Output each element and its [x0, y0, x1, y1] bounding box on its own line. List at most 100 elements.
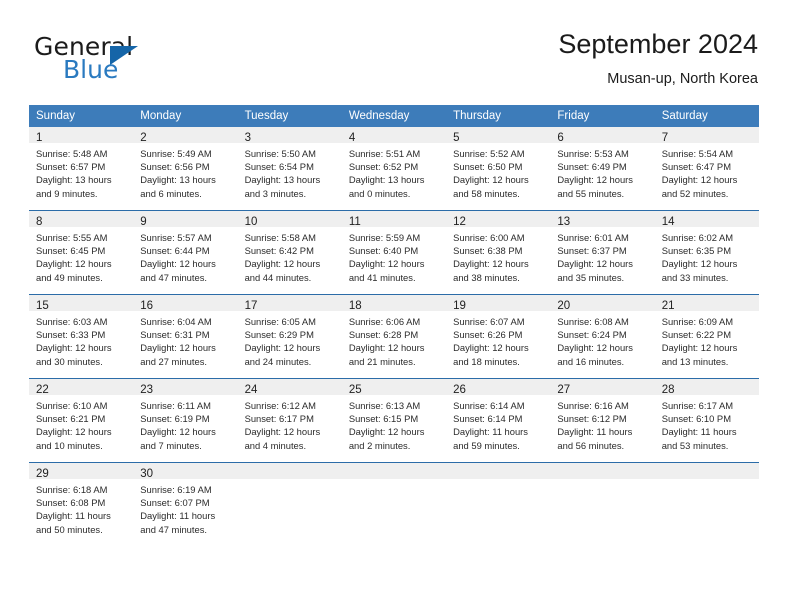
sunrise-text: Sunrise: 5:50 AM: [244, 148, 316, 159]
calendar-cell-inner: [446, 463, 551, 546]
calendar-cell-day[interactable]: 9 Sunrise: 5:57 AM Sunset: 6:44 PM Daylight…: [133, 210, 238, 295]
day-number: 20: [557, 300, 571, 312]
calendar-cell-inner: 12 Sunrise: 6:00 AM Sunset: 6:38 PM Dayligh…: [446, 211, 551, 294]
calendar-cell-day[interactable]: 27 Sunrise: 6:16 AM Sunset: 6:12 PM Dayligh…: [550, 378, 655, 463]
calendar-cell-day[interactable]: 13 Sunrise: 6:01 AM Sunset: 6:37 PM Dayligh…: [550, 210, 655, 295]
sunrise-text: Sunrise: 6:00 AM: [453, 232, 525, 243]
calendar-cell-day[interactable]: 30 Sunrise: 6:19 AM Sunset: 6:07 PM Dayligh…: [133, 462, 238, 546]
calendar-cell-day[interactable]: 3 Sunrise: 5:50 AM Sunset: 6:54 PM Daylight…: [237, 127, 342, 211]
day-number-band: 28: [654, 379, 759, 396]
calendar-cell-day[interactable]: 5 Sunrise: 5:52 AM Sunset: 6:50 PM Daylight…: [446, 127, 551, 211]
day-details: Sunrise: 6:07 AM Sunset: 6:26 PM Daylight:…: [446, 311, 550, 368]
calendar-cell-day[interactable]: 2 Sunrise: 5:49 AM Sunset: 6:56 PM Daylight…: [133, 127, 238, 211]
calendar-cell-day[interactable]: 23 Sunrise: 6:11 AM Sunset: 6:19 PM Dayligh…: [133, 378, 238, 463]
daylight-text-line2: and 18 minutes.: [453, 355, 520, 367]
sunrise-text: Sunrise: 5:55 AM: [36, 232, 108, 243]
sunset-text: Sunset: 6:21 PM: [36, 413, 106, 425]
calendar-cell-day[interactable]: 18 Sunrise: 6:06 AM Sunset: 6:28 PM Dayligh…: [341, 294, 447, 379]
sunset-text: Sunset: 6:44 PM: [140, 245, 210, 257]
day-number-band: 21: [654, 295, 759, 312]
sunset-text: Sunset: 6:49 PM: [557, 161, 627, 173]
day-number: 26: [453, 384, 466, 396]
calendar-cell-day[interactable]: 8 Sunrise: 5:55 AM Sunset: 6:45 PM Daylight…: [29, 210, 134, 295]
calendar-cell-inner: 1 Sunrise: 5:48 AM Sunset: 6:57 PM Daylight…: [29, 127, 134, 210]
daylight-text-line1: Daylight: 12 hours: [453, 174, 529, 186]
daylight-text-line2: and 50 minutes.: [36, 523, 103, 535]
calendar-cell-empty: [654, 462, 759, 546]
calendar-cell-day[interactable]: 22 Sunrise: 6:10 AM Sunset: 6:21 PM Dayligh…: [29, 378, 134, 463]
day-details: Sunrise: 6:02 AM Sunset: 6:35 PM Daylight:…: [655, 227, 759, 284]
sunset-text: Sunset: 6:56 PM: [140, 161, 210, 173]
daylight-text-line2: and 55 minutes.: [557, 187, 625, 199]
general-blue-logo[interactable]: General Blue: [34, 32, 264, 92]
day-number: 6: [557, 132, 564, 144]
day-details: Sunrise: 6:00 AM Sunset: 6:38 PM Daylight:…: [446, 227, 550, 284]
calendar-cell-day[interactable]: 7 Sunrise: 5:54 AM Sunset: 6:47 PM Daylight…: [654, 127, 759, 211]
daylight-text-line2: and 30 minutes.: [36, 355, 103, 367]
daylight-text-line2: and 24 minutes.: [244, 355, 312, 367]
calendar-cell-inner: 29 Sunrise: 6:18 AM Sunset: 6:08 PM Dayligh…: [29, 463, 134, 546]
calendar-cell-day[interactable]: 11 Sunrise: 5:59 AM Sunset: 6:40 PM Dayligh…: [341, 210, 447, 295]
day-number-band: 13: [550, 211, 655, 228]
weekday-header-friday: Friday: [550, 105, 655, 127]
calendar-cell-day[interactable]: 4 Sunrise: 5:51 AM Sunset: 6:52 PM Daylight…: [341, 127, 447, 211]
sunrise-text: Sunrise: 6:07 AM: [453, 316, 525, 327]
calendar-cell-day[interactable]: 19 Sunrise: 6:07 AM Sunset: 6:26 PM Dayligh…: [446, 294, 551, 379]
calendar-cell-inner: 28 Sunrise: 6:17 AM Sunset: 6:10 PM Dayligh…: [654, 379, 759, 462]
calendar-cell-day[interactable]: 29 Sunrise: 6:18 AM Sunset: 6:08 PM Dayligh…: [29, 462, 134, 546]
calendar-cell-empty: [341, 462, 447, 546]
calendar-cell-inner: 17 Sunrise: 6:05 AM Sunset: 6:29 PM Dayligh…: [237, 295, 342, 378]
calendar-cell-day[interactable]: 26 Sunrise: 6:14 AM Sunset: 6:14 PM Dayligh…: [446, 378, 551, 463]
calendar-cell-day[interactable]: 24 Sunrise: 6:12 AM Sunset: 6:17 PM Dayligh…: [237, 378, 342, 463]
sunrise-text: Sunrise: 5:52 AM: [453, 148, 525, 159]
calendar-cell-day[interactable]: 25 Sunrise: 6:13 AM Sunset: 6:15 PM Dayligh…: [341, 378, 447, 463]
weekday-header-wednesday: Wednesday: [341, 105, 447, 127]
daylight-text-line1: Daylight: 11 hours: [557, 426, 633, 438]
calendar-cell-day[interactable]: 16 Sunrise: 6:04 AM Sunset: 6:31 PM Dayligh…: [133, 294, 238, 379]
daylight-text-line2: and 47 minutes.: [140, 271, 207, 283]
calendar-cell-day[interactable]: 14 Sunrise: 6:02 AM Sunset: 6:35 PM Dayligh…: [654, 210, 759, 295]
daylight-text-line1: Daylight: 11 hours: [36, 510, 111, 522]
calendar-cell-inner: 19 Sunrise: 6:07 AM Sunset: 6:26 PM Dayligh…: [446, 295, 551, 378]
sunrise-text: Sunrise: 5:51 AM: [348, 148, 421, 159]
calendar-cell-inner: 3 Sunrise: 5:50 AM Sunset: 6:54 PM Daylight…: [237, 127, 342, 210]
daylight-text-line1: Daylight: 12 hours: [661, 258, 738, 270]
sunset-text: Sunset: 6:45 PM: [36, 245, 106, 257]
calendar-cell-day[interactable]: 28 Sunrise: 6:17 AM Sunset: 6:10 PM Dayligh…: [654, 378, 759, 463]
calendar-cell-day[interactable]: 1 Sunrise: 5:48 AM Sunset: 6:57 PM Daylight…: [29, 127, 134, 211]
calendar-cell-day[interactable]: 15 Sunrise: 6:03 AM Sunset: 6:33 PM Dayligh…: [29, 294, 134, 379]
day-number-band: [237, 463, 342, 479]
daylight-text-line1: Daylight: 13 hours: [244, 174, 321, 186]
day-number: 30: [140, 468, 154, 480]
daylight-text-line2: and 2 minutes.: [348, 439, 411, 451]
calendar-cell-day[interactable]: 6 Sunrise: 5:53 AM Sunset: 6:49 PM Daylight…: [550, 127, 655, 211]
sunset-text: Sunset: 6:24 PM: [557, 329, 627, 341]
daylight-text-line1: Daylight: 12 hours: [348, 426, 425, 438]
calendar-cell-day[interactable]: 10 Sunrise: 5:58 AM Sunset: 6:42 PM Dayligh…: [237, 210, 342, 295]
weekday-header-monday: Monday: [133, 105, 238, 127]
calendar-cell-day[interactable]: 21 Sunrise: 6:09 AM Sunset: 6:22 PM Dayligh…: [654, 294, 759, 379]
sunset-text: Sunset: 6:14 PM: [453, 413, 523, 425]
title-block: September 2024 Musan-up, North Korea: [558, 28, 758, 89]
calendar-cell-day[interactable]: 20 Sunrise: 6:08 AM Sunset: 6:24 PM Dayligh…: [550, 294, 655, 379]
day-number-band: 19: [446, 295, 551, 312]
day-number-band: 4: [341, 127, 447, 144]
day-number-band: 2: [133, 127, 238, 144]
sunrise-text: Sunrise: 5:57 AM: [140, 232, 212, 243]
day-details: Sunrise: 5:53 AM Sunset: 6:49 PM Daylight:…: [550, 143, 654, 200]
daylight-text-line1: Daylight: 12 hours: [557, 258, 633, 270]
day-details: [342, 479, 446, 483]
calendar-cell-inner: [341, 463, 447, 546]
calendar-cell-inner: 25 Sunrise: 6:13 AM Sunset: 6:15 PM Dayligh…: [341, 379, 447, 462]
calendar-cell-day[interactable]: 12 Sunrise: 6:00 AM Sunset: 6:38 PM Dayligh…: [446, 210, 551, 295]
calendar-cell-inner: 26 Sunrise: 6:14 AM Sunset: 6:14 PM Dayligh…: [446, 379, 551, 462]
sunset-text: Sunset: 6:22 PM: [661, 329, 731, 341]
daylight-text-line2: and 44 minutes.: [244, 271, 312, 283]
calendar-cell-day[interactable]: 17 Sunrise: 6:05 AM Sunset: 6:29 PM Dayligh…: [237, 294, 342, 379]
day-number-band: 15: [29, 295, 134, 312]
day-details: Sunrise: 6:11 AM Sunset: 6:19 PM Daylight:…: [133, 395, 237, 452]
calendar-week-row: 15 Sunrise: 6:03 AM Sunset: 6:33 PM Dayligh…: [29, 294, 759, 379]
calendar-cell-inner: 4 Sunrise: 5:51 AM Sunset: 6:52 PM Daylight…: [341, 127, 447, 210]
day-number: 7: [661, 132, 669, 144]
calendar-cell-inner: 7 Sunrise: 5:54 AM Sunset: 6:47 PM Daylight…: [654, 127, 759, 210]
